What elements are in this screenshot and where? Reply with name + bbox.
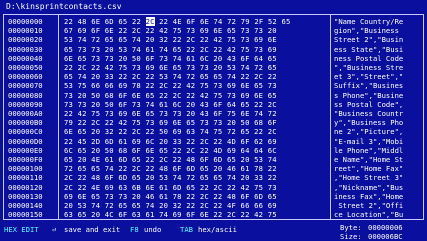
save-exit-hint[interactable]: save and exit [64,225,120,234]
hex-byte[interactable]: 72 [227,17,236,26]
cursor-byte[interactable]: 2C [145,17,155,26]
hex-byte[interactable]: 22 [159,17,168,26]
mode-label: HEX EDIT [4,225,39,234]
tab-key: TAB [180,225,193,234]
hex-byte[interactable]: 22 [64,17,73,26]
status-bar: HEX EDIT ⏎ save and exit F8 undo TAB hex… [0,222,427,241]
enter-key-icon: ⏎ [52,225,57,234]
hex-byte[interactable]: 4E [173,17,182,26]
hex-byte[interactable]: 74 [214,17,223,26]
f8-key: F8 [130,225,139,234]
ascii-divider [330,14,331,220]
hex-byte[interactable]: 22 [132,17,141,26]
hex-byte[interactable]: 52 [268,17,277,26]
byte-label: Byte: [340,223,362,232]
byte-offset: 00000006 [368,223,403,232]
row-address: 00000150 [8,210,43,220]
undo-hint[interactable]: undo [144,225,161,234]
row-ascii[interactable]: ce Location","Bu [334,210,403,220]
hex-byte[interactable]: 2F [254,17,263,26]
hex-ascii-toggle-hint[interactable]: hex/ascii [198,225,237,234]
hex-byte[interactable]: 79 [241,17,250,26]
address-divider [58,14,59,220]
row-hex-bytes[interactable]: 63 65 20 4C 6F 63 61 74 69 6F 6E 22 2C 2… [64,210,277,220]
hex-byte[interactable]: 6E [91,17,100,26]
hex-byte[interactable]: 6E [200,17,209,26]
hex-byte[interactable]: 65 [118,17,127,26]
hex-byte[interactable]: 48 [78,17,87,26]
hex-byte[interactable]: 65 [282,17,291,26]
file-path-title: D:\kinsprintcontacts.csv [0,0,427,14]
hex-byte[interactable]: 6F [186,17,195,26]
hex-byte[interactable]: 6D [105,17,114,26]
